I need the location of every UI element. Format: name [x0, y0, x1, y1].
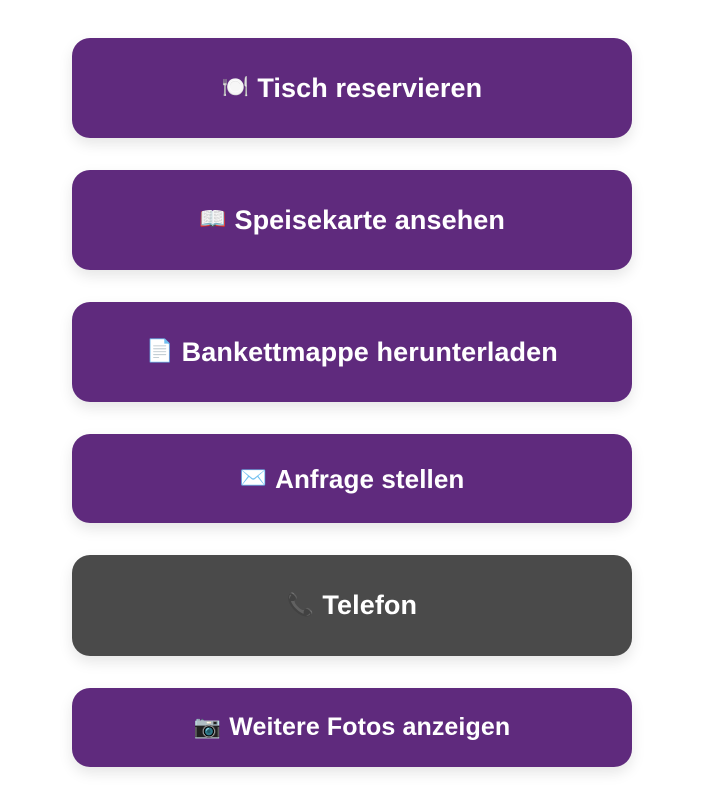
view-menu-label: Speisekarte ansehen [234, 204, 506, 235]
plate-cutlery-icon: 🍽️ [221, 75, 250, 100]
camera-icon: 📷 [193, 714, 222, 740]
envelope-icon: ✉️ [239, 465, 268, 491]
send-inquiry-button[interactable]: ✉️ Anfrage stellen [72, 434, 632, 523]
document-icon: 📄 [146, 339, 174, 364]
download-banquet-folder-label: Bankettmappe herunterladen [181, 336, 558, 367]
more-photos-button[interactable]: 📷 Weitere Fotos anzeigen [72, 688, 632, 767]
reserve-table-label: Tisch reservieren [257, 72, 483, 103]
phone-button[interactable]: 📞 Telefon [72, 555, 632, 656]
reserve-table-button[interactable]: 🍽️ Tisch reservieren [72, 38, 632, 138]
open-book-icon: 📖 [198, 207, 227, 232]
phone-label: Telefon [322, 590, 418, 620]
send-inquiry-label: Anfrage stellen [275, 463, 465, 494]
more-photos-label: Weitere Fotos anzeigen [229, 713, 511, 741]
download-banquet-folder-button[interactable]: 📄 Bankettmappe herunterladen [72, 302, 632, 402]
action-button-stack: 🍽️ Tisch reservieren 📖 Speisekarte anseh… [0, 0, 708, 808]
phone-icon: 📞 [286, 592, 315, 618]
view-menu-button[interactable]: 📖 Speisekarte ansehen [72, 170, 632, 270]
